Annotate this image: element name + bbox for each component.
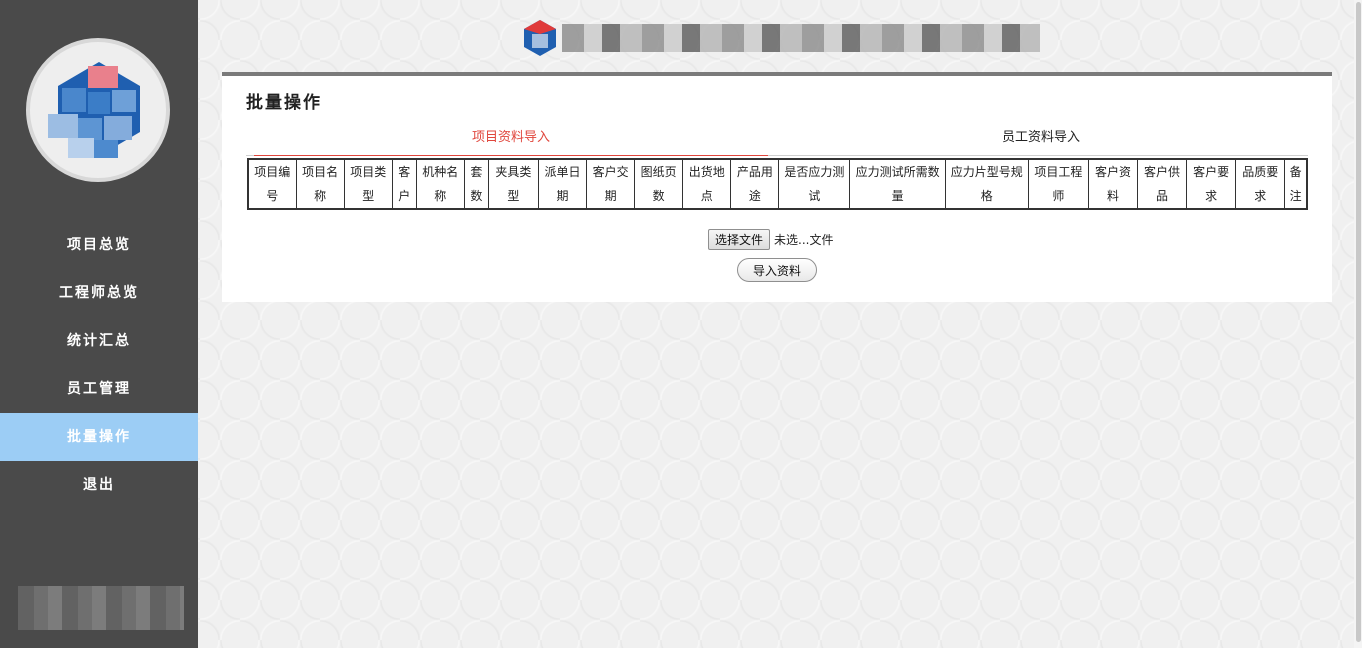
page-title: 批量操作 xyxy=(246,93,322,113)
sidebar-item-batch-operations[interactable]: 批量操作 xyxy=(0,413,198,461)
column-header: 是否应力测试 xyxy=(778,158,851,210)
tab-employee-import[interactable]: 员工资料导入 xyxy=(786,124,1296,156)
sidebar: 项目总览 工程师总览 统计汇总 员工管理 批量操作 退出 xyxy=(0,0,198,648)
sidebar-item-logout[interactable]: 退出 xyxy=(0,461,198,509)
column-header: 项目工程师 xyxy=(1027,158,1089,210)
column-header: 应力片型号规格 xyxy=(944,158,1029,210)
column-header: 套数 xyxy=(463,158,489,210)
sidebar-nav: 项目总览 工程师总览 统计汇总 员工管理 批量操作 退出 xyxy=(0,221,198,509)
avatar xyxy=(26,38,170,182)
column-header: 图纸页数 xyxy=(634,158,684,210)
table-header-row: 项目编号 项目名称 项目类型 客户 机种名称 套数 夹具类型 派单日期 客户交期… xyxy=(247,158,1308,210)
column-header: 应力测试所需数量 xyxy=(849,158,946,210)
column-header: 客户供品 xyxy=(1136,158,1188,210)
sidebar-item-project-overview[interactable]: 项目总览 xyxy=(0,221,198,269)
column-header: 客户 xyxy=(391,158,417,210)
column-header: 客户要求 xyxy=(1186,158,1237,210)
column-header: 客户资料 xyxy=(1087,158,1139,210)
column-header: 项目类型 xyxy=(343,158,393,210)
batch-operations-panel: 批量操作 项目资料导入 员工资料导入 项目编号 项目名称 项目类型 客户 机种名… xyxy=(222,72,1332,302)
brand-mark-icon xyxy=(524,20,556,56)
sidebar-footer-info-redacted xyxy=(18,586,184,630)
column-header: 客户交期 xyxy=(586,158,636,210)
sidebar-item-employee-management[interactable]: 员工管理 xyxy=(0,365,198,413)
import-tabs: 项目资料导入 员工资料导入 xyxy=(246,124,1308,156)
sidebar-item-engineer-overview[interactable]: 工程师总览 xyxy=(0,269,198,317)
header-title-redacted xyxy=(562,24,1040,52)
import-columns-table: 项目编号 项目名称 项目类型 客户 机种名称 套数 夹具类型 派单日期 客户交期… xyxy=(247,158,1308,210)
column-header: 机种名称 xyxy=(415,158,465,210)
choose-file-button[interactable]: 选择文件 xyxy=(708,228,771,250)
column-header: 项目名称 xyxy=(295,158,345,210)
company-logo-icon xyxy=(48,62,140,158)
file-status-text: 未选...文件 xyxy=(774,232,834,247)
column-header: 产品用途 xyxy=(730,158,780,210)
column-header: 出货地点 xyxy=(682,158,732,210)
column-header: 备注 xyxy=(1284,158,1308,210)
column-header: 项目编号 xyxy=(247,158,297,210)
sidebar-item-statistics[interactable]: 统计汇总 xyxy=(0,317,198,365)
tab-project-import[interactable]: 项目资料导入 xyxy=(254,124,768,156)
scrollbar-thumb[interactable] xyxy=(1356,2,1361,642)
column-header: 品质要求 xyxy=(1235,158,1286,210)
file-picker: 选择文件 未选...文件 xyxy=(708,228,833,250)
column-header: 派单日期 xyxy=(537,158,588,210)
header-logo xyxy=(516,16,1044,60)
column-header: 夹具类型 xyxy=(487,158,539,210)
import-data-button[interactable]: 导入资料 xyxy=(737,258,817,282)
